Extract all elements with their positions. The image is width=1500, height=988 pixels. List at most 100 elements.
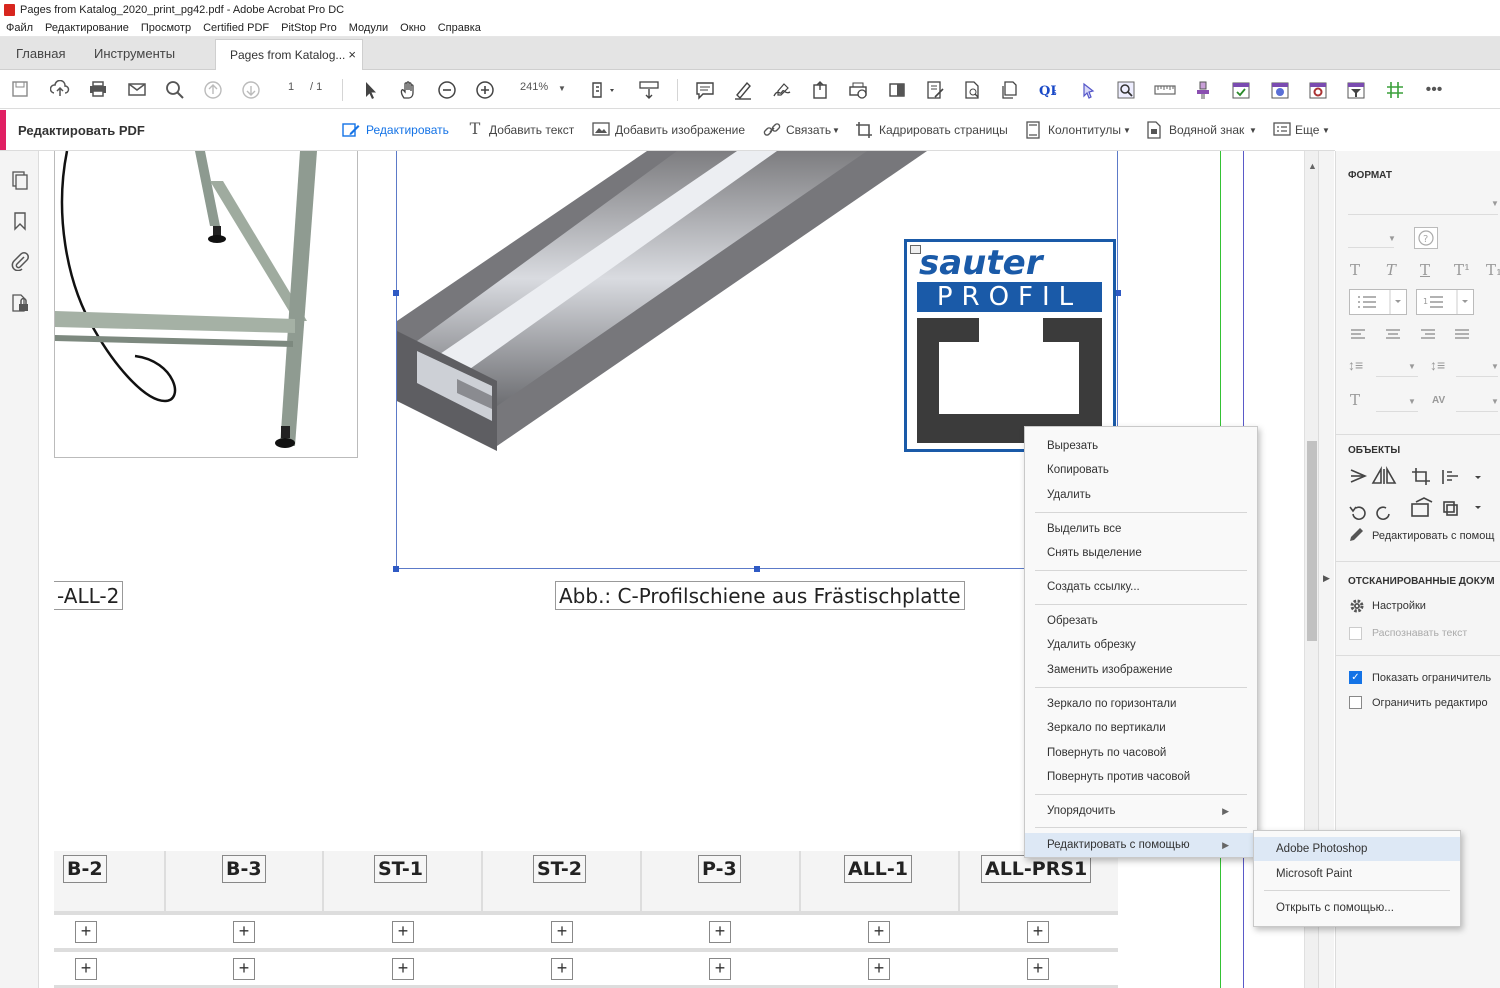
link-chevron-down-icon[interactable]: ▼ (832, 126, 840, 135)
column-label-p3[interactable]: P-3 (698, 855, 741, 883)
scroll-up-icon[interactable]: ▲ (1308, 161, 1317, 171)
header-footer-button[interactable]: Колонтитулы (1048, 123, 1121, 137)
search-icon[interactable] (165, 80, 185, 100)
attachment-icon[interactable] (10, 251, 30, 272)
zoom-out-icon[interactable] (437, 80, 457, 100)
menu-item-create-link[interactable]: Создать ссылку... (1025, 575, 1257, 599)
menu-item-arrange[interactable]: Упорядочить ▶ (1025, 799, 1257, 823)
menu-item-flip-vertical[interactable]: Зеркало по вертикали (1025, 716, 1257, 740)
column-label-all1[interactable]: ALL-1 (844, 855, 913, 883)
scrollbar-thumb[interactable] (1307, 441, 1317, 641)
add-image-button[interactable]: Добавить изображение (615, 123, 745, 137)
column-label-b3[interactable]: B-3 (222, 855, 266, 883)
settings-button[interactable]: Настройки (1372, 600, 1426, 612)
add-text-button[interactable]: Добавить текст (489, 123, 574, 137)
fill-sign-icon[interactable] (925, 80, 945, 100)
menu-item-crop[interactable]: Обрезать (1025, 609, 1257, 633)
menu-plugins[interactable]: Модули (349, 20, 388, 36)
combine-icon[interactable] (1000, 80, 1020, 100)
recognize-text-checkbox[interactable] (1349, 627, 1362, 640)
help-icon[interactable]: ? (1414, 227, 1438, 249)
tab-document[interactable]: Pages from Katalog... × (215, 39, 363, 70)
italic-text-icon[interactable]: T (1386, 261, 1396, 279)
link-button[interactable]: Связать (786, 123, 831, 137)
numbered-list-button[interactable]: 1 (1416, 289, 1474, 315)
edit-button[interactable]: Редактировать (366, 123, 449, 137)
column-label-st1[interactable]: ST-1 (374, 855, 427, 883)
column-label-st2[interactable]: ST-2 (533, 855, 586, 883)
menu-pitstop[interactable]: PitStop Pro (281, 20, 337, 36)
security-lock-icon[interactable] (10, 293, 30, 313)
font-chevron-down-icon[interactable]: ▼ (1491, 199, 1499, 208)
font-size-dropdown[interactable] (1348, 247, 1394, 248)
font-dropdown[interactable] (1348, 214, 1498, 215)
fit-page-icon[interactable] (590, 80, 614, 100)
paragraph-spacing-dropdown[interactable] (1456, 376, 1498, 377)
page-down-icon[interactable] (241, 80, 261, 100)
show-bounds-checkbox[interactable]: ✓ (1349, 671, 1362, 684)
more-chevron-down-icon[interactable]: ▼ (1322, 126, 1330, 135)
menu-item-rotate-counterclockwise[interactable]: Повернуть против часовой (1025, 765, 1257, 789)
stamp-plugin-icon[interactable] (1193, 80, 1213, 100)
save-icon[interactable] (10, 80, 30, 100)
column-label-b2[interactable]: B-2 (63, 855, 107, 883)
menu-help[interactable]: Справка (438, 20, 481, 36)
menu-file[interactable]: Файл (6, 20, 33, 36)
menu-item-remove-crop[interactable]: Удалить обрезку (1025, 633, 1257, 657)
grid-icon[interactable] (1385, 80, 1405, 100)
settings-plugin-icon[interactable] (1308, 80, 1328, 100)
settings-gear-icon[interactable] (1348, 597, 1366, 615)
sauter-profil-logo[interactable]: sauter PROFIL (904, 239, 1116, 452)
pencil-edit-icon[interactable] (1348, 527, 1364, 543)
cloud-upload-icon[interactable] (49, 79, 70, 100)
ruler-icon[interactable] (1154, 80, 1176, 100)
underline-text-icon[interactable]: T (1420, 261, 1430, 279)
submenu-item-microsoft-paint[interactable]: Microsoft Paint (1254, 862, 1460, 886)
menu-certified-pdf[interactable]: Certified PDF (203, 20, 269, 36)
hand-icon[interactable] (398, 80, 418, 100)
compare-icon[interactable] (962, 80, 982, 100)
filter-plugin-icon[interactable] (1346, 80, 1366, 100)
scale-chevron-down-icon[interactable]: ▼ (1408, 397, 1416, 406)
page-thumbnails-icon[interactable] (10, 171, 30, 191)
resize-handle[interactable] (393, 290, 399, 296)
menu-edit[interactable]: Редактирование (45, 20, 129, 36)
zoom-in-icon[interactable] (475, 80, 495, 100)
watermark-chevron-down-icon[interactable]: ▼ (1249, 126, 1257, 135)
font-size-chevron-down-icon[interactable]: ▼ (1388, 234, 1396, 243)
menu-window[interactable]: Окно (400, 20, 426, 36)
subscript-text-icon[interactable]: T₁ (1486, 261, 1500, 279)
zoom-chevron-down-icon[interactable]: ▼ (558, 84, 566, 93)
bold-text-icon[interactable]: T (1350, 261, 1360, 279)
close-tab-icon[interactable]: × (348, 47, 356, 62)
menu-item-delete[interactable]: Удалить (1025, 483, 1257, 507)
resize-handle[interactable] (393, 566, 399, 572)
menu-item-deselect[interactable]: Снять выделение (1025, 541, 1257, 565)
watermark-button[interactable]: Водяной знак (1169, 123, 1244, 137)
menu-item-rotate-clockwise[interactable]: Повернуть по часовой (1025, 741, 1257, 765)
inspect-plugin-icon[interactable] (1116, 80, 1136, 100)
bullet-list-button[interactable] (1349, 289, 1407, 315)
page-number-input[interactable]: 1 (288, 81, 294, 93)
line-spacing-dropdown[interactable] (1376, 376, 1418, 377)
highlight-icon[interactable] (733, 80, 753, 100)
qi-plugin-icon[interactable]: QI s (1038, 80, 1058, 100)
menu-item-copy[interactable]: Копировать (1025, 458, 1257, 482)
print-icon[interactable] (88, 80, 108, 100)
left-label-text-box[interactable]: -ALL-2 (54, 581, 124, 610)
export-pdf-icon[interactable] (810, 80, 830, 100)
character-spacing-icon[interactable]: AV (1432, 395, 1445, 406)
submenu-item-adobe-photoshop[interactable]: Adobe Photoshop (1254, 837, 1460, 861)
column-label-allprs1[interactable]: ALL-PRS1 (981, 855, 1092, 883)
table-frame-image[interactable] (54, 151, 358, 458)
scale-text-icon[interactable]: T (1350, 391, 1360, 409)
resize-handle[interactable] (754, 566, 760, 572)
comment-icon[interactable] (695, 80, 715, 100)
scale-dropdown[interactable] (1376, 411, 1418, 412)
zoom-level-dropdown[interactable]: 241% (520, 81, 548, 93)
crop-pages-button[interactable]: Кадрировать страницы (879, 123, 1008, 137)
menu-item-cut[interactable]: Вырезать (1025, 434, 1257, 458)
caption-text-box[interactable]: Abb.: C-Profilschiene aus Frästischplatt… (555, 581, 965, 610)
preflight-icon[interactable] (1231, 80, 1251, 100)
header-footer-chevron-down-icon[interactable]: ▼ (1123, 126, 1131, 135)
